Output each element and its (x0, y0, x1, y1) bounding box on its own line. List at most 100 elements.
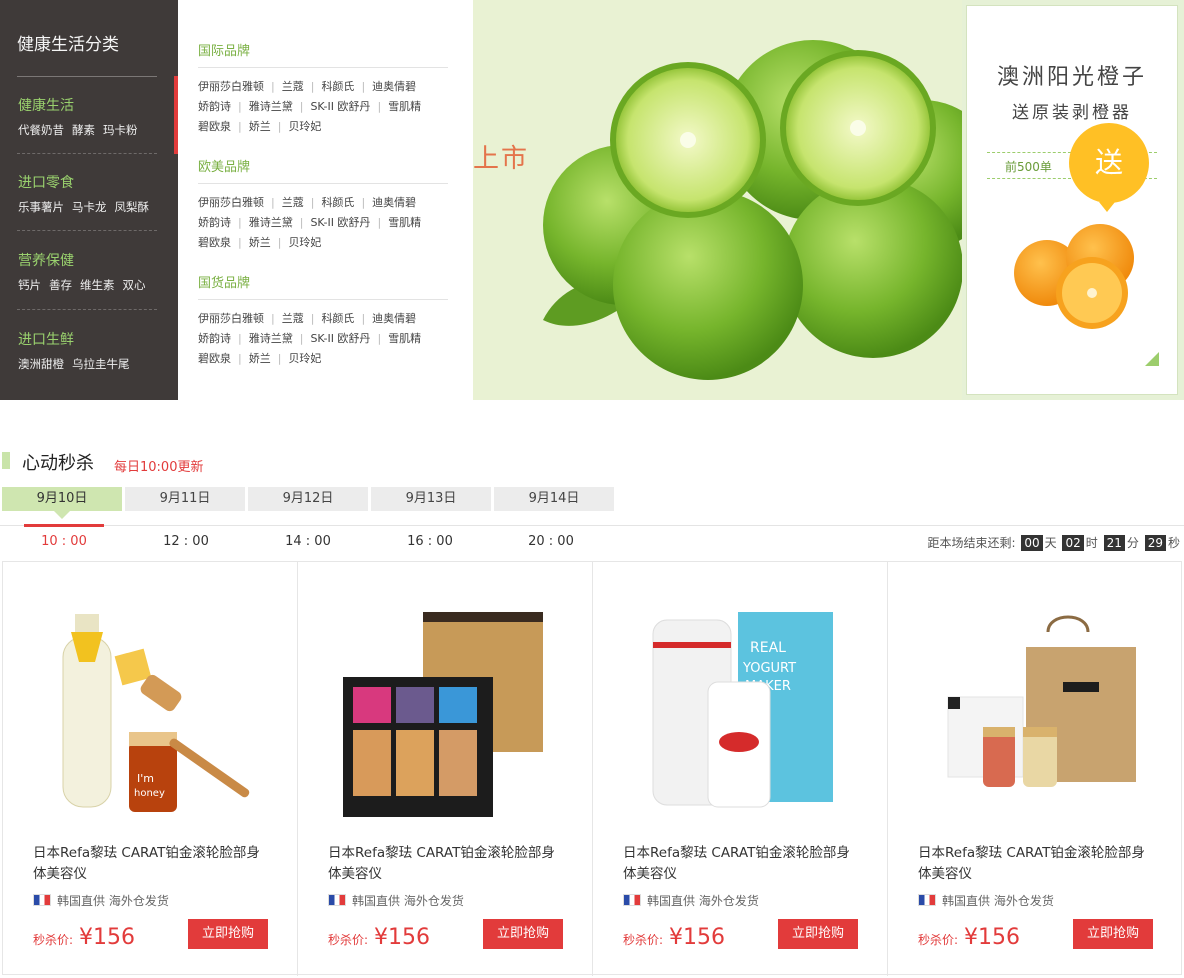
product-name[interactable]: 日本Refa黎珐 CARAT铂金滚轮脸部身体美容仪 (623, 843, 863, 885)
product-card[interactable]: 日本Refa黎珐 CARAT铂金滚轮脸部身体美容仪 韩国直供 海外仓发货 秒杀价… (298, 562, 593, 976)
divider (17, 76, 157, 77)
brand-link[interactable]: 碧欧泉 (198, 120, 231, 133)
sidebar-link[interactable]: 马卡龙 (72, 200, 107, 214)
brand-link[interactable]: 雪肌精 (388, 100, 421, 113)
date-tab[interactable]: 9月10日 (2, 487, 122, 519)
brand-link[interactable]: 娇韵诗 (198, 332, 231, 345)
brand-link[interactable]: 伊丽莎白雅顿 (198, 196, 264, 209)
brand-section-title[interactable]: 国货品牌 (198, 272, 448, 300)
brand-section-title[interactable]: 欧美品牌 (198, 156, 448, 184)
sidebar-group-links: 代餐奶昔 酵素 玛卡粉 (18, 122, 146, 138)
product-image[interactable]: REAL YOGURT MAKER (613, 592, 868, 832)
product-image[interactable]: I'm honey (23, 592, 278, 832)
brand-link[interactable]: 科颜氏 (321, 196, 354, 209)
promo-panel[interactable]: 澳洲阳光橙子 送原装剥橙器 前500单 送 (962, 0, 1184, 400)
date-tab[interactable]: 9月11日 (125, 487, 245, 511)
date-tab[interactable]: 9月12日 (248, 487, 368, 511)
date-tab[interactable]: 9月13日 (371, 487, 491, 511)
brand-link[interactable]: 伊丽莎白雅顿 (198, 80, 264, 93)
product-price: 秒杀价: ¥156 (33, 925, 135, 950)
product-card[interactable]: REAL YOGURT MAKER 日本Refa黎珐 CARAT铂金滚轮脸部身体… (593, 562, 888, 976)
time-tab[interactable]: 10 : 00 (24, 534, 104, 549)
flag-icon (33, 894, 51, 906)
time-tab[interactable]: 12 : 00 (146, 534, 226, 549)
product-card[interactable]: 日本Refa黎珐 CARAT铂金滚轮脸部身体美容仪 韩国直供 海外仓发货 秒杀价… (888, 562, 1183, 976)
sidebar-group-fresh[interactable]: 进口生鲜 澳洲甜橙 乌拉圭牛尾 (18, 329, 138, 372)
product-name[interactable]: 日本Refa黎珐 CARAT铂金滚轮脸部身体美容仪 (328, 843, 568, 885)
sidebar-link[interactable]: 维生素 (80, 278, 115, 292)
time-tab[interactable]: 14 : 00 (268, 534, 348, 549)
product-origin: 韩国直供 海外仓发货 (328, 892, 464, 909)
brand-link[interactable]: 雅诗兰黛 (249, 216, 293, 229)
product-price: 秒杀价: ¥156 (918, 925, 1020, 950)
oranges-image (987, 193, 1157, 363)
brand-link[interactable]: 科颜氏 (321, 80, 354, 93)
brand-link[interactable]: 碧欧泉 (198, 352, 231, 365)
svg-text:REAL: REAL (750, 640, 786, 656)
product-name[interactable]: 日本Refa黎珐 CARAT铂金滚轮脸部身体美容仪 (918, 843, 1158, 885)
sidebar-link[interactable]: 澳洲甜橙 (18, 357, 64, 371)
brand-link[interactable]: 娇兰 (249, 120, 271, 133)
time-tab[interactable]: 20 : 00 (511, 534, 591, 549)
brand-link[interactable]: 娇韵诗 (198, 100, 231, 113)
brand-link[interactable]: 迪奥倩碧 (372, 80, 416, 93)
brand-link[interactable]: 兰蔻 (282, 196, 304, 209)
brand-link[interactable]: 娇兰 (249, 352, 271, 365)
brand-link[interactable]: 雪肌精 (388, 332, 421, 345)
brand-link[interactable]: 贝玲妃 (288, 352, 321, 365)
sidebar-group-snacks[interactable]: 进口零食 乐事薯片 马卡龙 凤梨酥 (18, 172, 157, 215)
brand-link[interactable]: 雅诗兰黛 (249, 100, 293, 113)
brand-link[interactable]: 雅诗兰黛 (249, 332, 293, 345)
brand-link[interactable]: 兰蔻 (282, 80, 304, 93)
sidebar-link[interactable]: 善存 (49, 278, 72, 292)
sidebar-link[interactable]: 乌拉圭牛尾 (72, 357, 130, 371)
brand-link[interactable]: 科颜氏 (321, 312, 354, 325)
sidebar-group-name[interactable]: 进口生鲜 (18, 329, 138, 349)
product-name[interactable]: 日本Refa黎珐 CARAT铂金滚轮脸部身体美容仪 (33, 843, 273, 885)
hero-banner[interactable]: 上市 (473, 0, 962, 400)
sidebar-link[interactable]: 乐事薯片 (18, 200, 64, 214)
brand-link[interactable]: 贝玲妃 (288, 236, 321, 249)
sidebar-link[interactable]: 凤梨酥 (115, 200, 150, 214)
product-price: 秒杀价: ¥156 (623, 925, 725, 950)
sidebar-link[interactable]: 酵素 (72, 123, 95, 137)
sidebar-group-nutrition[interactable]: 营养保健 钙片 善存 维生素 双心 (18, 250, 154, 293)
brand-link[interactable]: 贝玲妃 (288, 120, 321, 133)
sidebar-link[interactable]: 钙片 (18, 278, 41, 292)
product-grid: I'm honey 日本Refa黎珐 CARAT铂金滚轮脸部身体美容仪 韩国直供… (2, 561, 1183, 976)
brand-link[interactable]: SK-II 欧舒丹 (310, 100, 370, 113)
countdown-days: 00 (1021, 535, 1043, 551)
buy-now-button[interactable]: 立即抢购 (778, 919, 858, 949)
limes-image (543, 40, 962, 380)
brand-link[interactable]: 娇兰 (249, 236, 271, 249)
product-image[interactable] (318, 592, 573, 832)
time-tab[interactable]: 16 : 00 (390, 534, 470, 549)
buy-now-button[interactable]: 立即抢购 (483, 919, 563, 949)
brand-link[interactable]: 迪奥倩碧 (372, 196, 416, 209)
sidebar-link[interactable]: 双心 (123, 278, 146, 292)
promo-card[interactable]: 澳洲阳光橙子 送原装剥橙器 前500单 送 (966, 5, 1178, 395)
brand-link[interactable]: 伊丽莎白雅顿 (198, 312, 264, 325)
buy-now-button[interactable]: 立即抢购 (188, 919, 268, 949)
brand-link[interactable]: SK-II 欧舒丹 (310, 216, 370, 229)
buy-now-button[interactable]: 立即抢购 (1073, 919, 1153, 949)
product-image[interactable] (908, 592, 1163, 832)
product-price: 秒杀价: ¥156 (328, 925, 430, 950)
brand-link[interactable]: 碧欧泉 (198, 236, 231, 249)
brand-link[interactable]: 兰蔻 (282, 312, 304, 325)
date-tab[interactable]: 9月14日 (494, 487, 614, 511)
sidebar-group-name[interactable]: 营养保健 (18, 250, 154, 270)
section-marker (2, 452, 10, 469)
sidebar-group-health[interactable]: 健康生活 代餐奶昔 酵素 玛卡粉 (18, 95, 146, 138)
brand-link[interactable]: 迪奥倩碧 (372, 312, 416, 325)
sidebar-group-name[interactable]: 进口零食 (18, 172, 157, 192)
brand-link[interactable]: 娇韵诗 (198, 216, 231, 229)
brand-link[interactable]: SK-II 欧舒丹 (310, 332, 370, 345)
sidebar-link[interactable]: 代餐奶昔 (18, 123, 64, 137)
product-card[interactable]: I'm honey 日本Refa黎珐 CARAT铂金滚轮脸部身体美容仪 韩国直供… (3, 562, 298, 976)
sidebar-link[interactable]: 玛卡粉 (103, 123, 138, 137)
brand-section-title[interactable]: 国际品牌 (198, 40, 448, 68)
sidebar-group-name[interactable]: 健康生活 (18, 95, 146, 115)
product-origin: 韩国直供 海外仓发货 (623, 892, 759, 909)
brand-link[interactable]: 雪肌精 (388, 216, 421, 229)
